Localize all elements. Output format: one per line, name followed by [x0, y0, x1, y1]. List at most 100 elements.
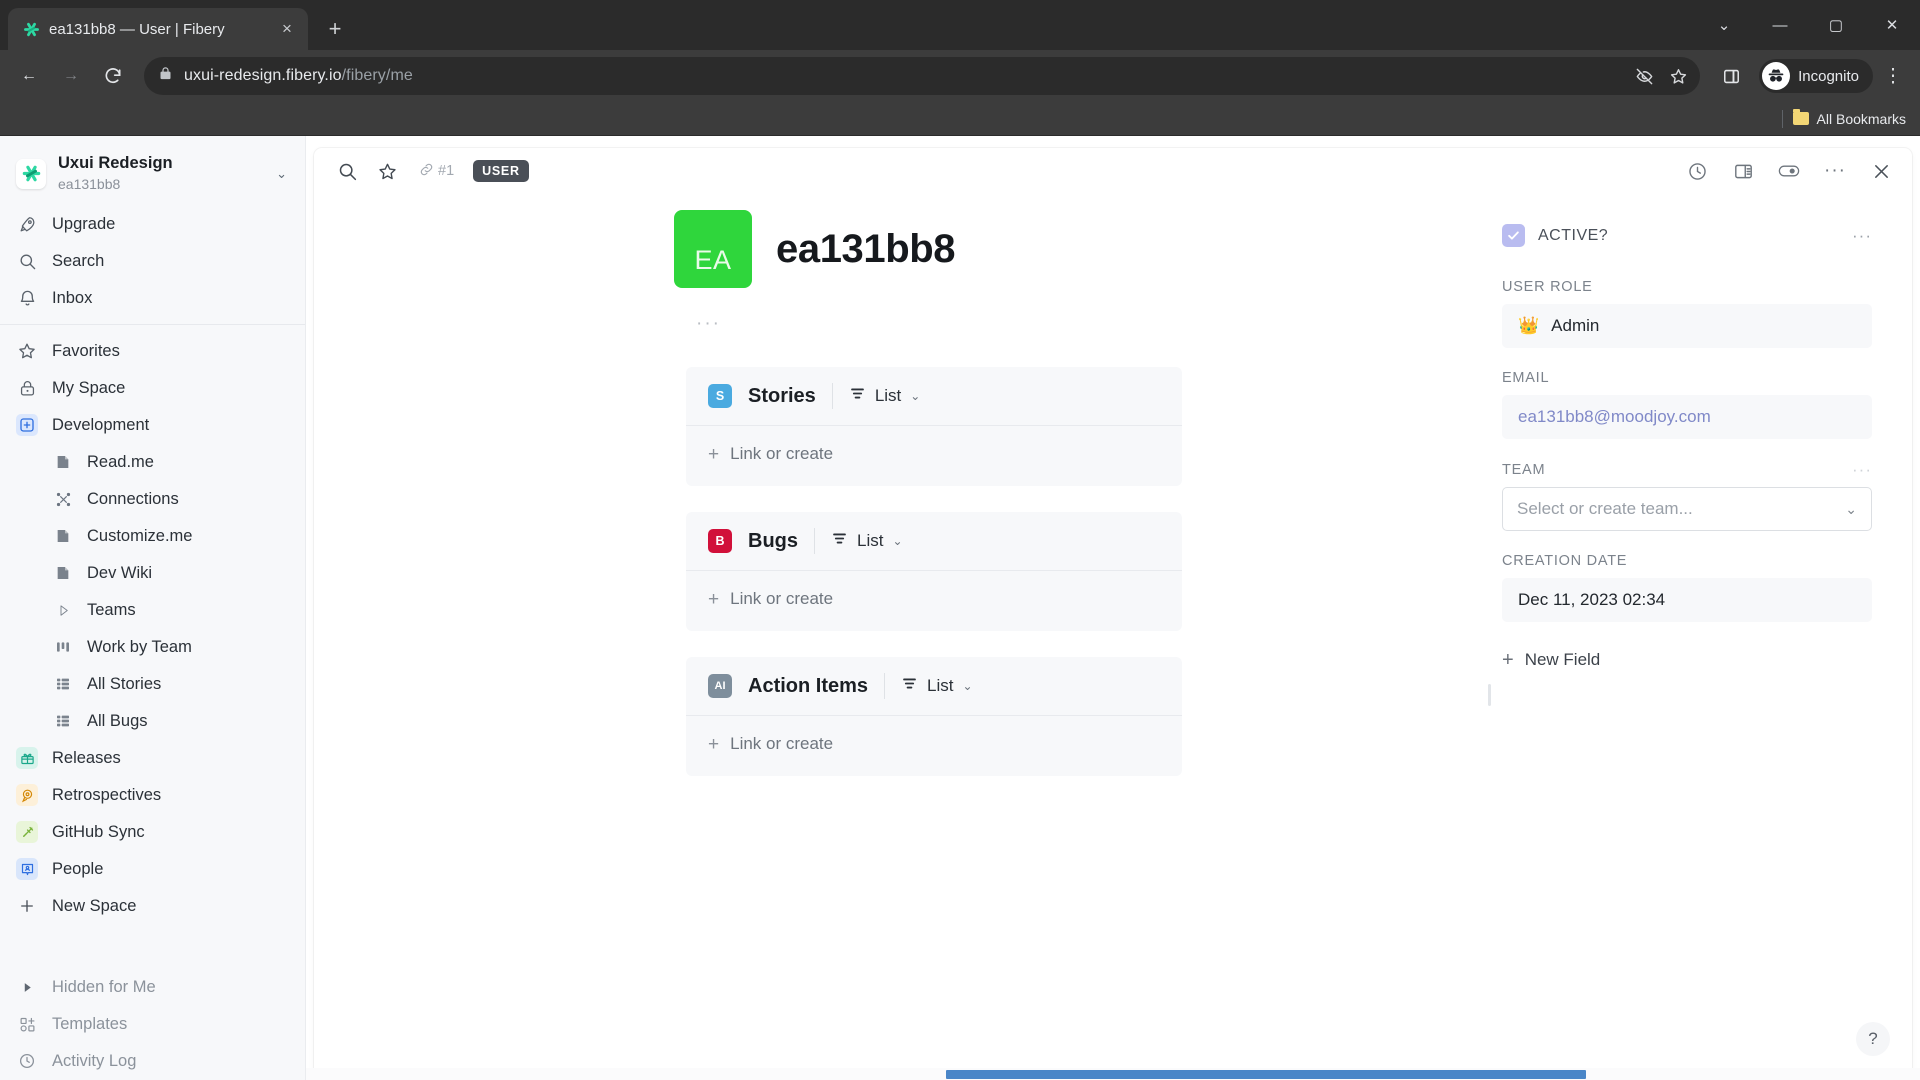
window-close-button[interactable]: ✕ [1864, 0, 1920, 50]
collection-view-selector[interactable]: List ⌄ [901, 675, 973, 697]
sidebar-item-all-bugs[interactable]: All Bugs [0, 703, 305, 740]
toolbar-right: Incognito ⋮ [1712, 57, 1910, 95]
horizontal-scrollbar[interactable] [306, 1068, 1920, 1080]
sidebar-item-search[interactable]: Search [0, 243, 305, 280]
field-creation-date-value[interactable]: Dec 11, 2023 02:34 [1502, 578, 1872, 622]
grid-icon [52, 710, 74, 732]
retro-icon [16, 784, 38, 807]
browser-menu-button[interactable]: ⋮ [1876, 59, 1910, 93]
collection-header: B Bugs List ⌄ [686, 512, 1182, 570]
minimize-button[interactable]: — [1752, 0, 1808, 50]
sidebar-item-teams[interactable]: Teams [0, 592, 305, 629]
history-clock-icon[interactable] [1684, 158, 1710, 184]
tab-close-icon[interactable]: × [276, 18, 298, 40]
sidebar-item-customize-me[interactable]: Customize.me [0, 518, 305, 555]
bookmarks-divider [1781, 109, 1783, 128]
sidebar-item-read-me[interactable]: Read.me [0, 444, 305, 481]
sidebar-item-development[interactable]: Development [0, 407, 305, 444]
team-select[interactable]: Select or create team... ⌄ [1502, 487, 1872, 531]
chevron-down-icon[interactable]: ⌄ [276, 166, 291, 182]
back-button[interactable]: ← [10, 57, 48, 95]
scrollbar-thumb[interactable] [946, 1070, 1586, 1079]
entity-reference[interactable]: #1 [414, 159, 459, 184]
field-team-menu[interactable]: ··· [1852, 461, 1872, 478]
workspace-switcher[interactable]: Uxui Redesign ea131bb8 ⌄ [0, 144, 305, 206]
columns-icon [52, 636, 74, 658]
fibery-workspace-logo-icon [16, 158, 46, 189]
entity-more-menu[interactable]: ··· [1822, 158, 1848, 184]
checkbox-checked-icon[interactable] [1502, 224, 1525, 247]
sidebar-item-inbox[interactable]: Inbox [0, 280, 305, 317]
forward-button[interactable]: → [52, 57, 90, 95]
field-creation-date: CREATION DATE Dec 11, 2023 02:34 [1502, 553, 1872, 622]
link-or-create-label: Link or create [730, 734, 834, 753]
incognito-indicator[interactable]: Incognito [1759, 59, 1873, 93]
entity-toolbar-actions: ··· [1684, 158, 1894, 184]
entity-body: EA ea131bb8 ··· S Stories List ⌄ + Link … [314, 194, 1912, 1080]
link-or-create-button[interactable]: + Link or create [708, 734, 1160, 754]
close-icon[interactable] [1868, 158, 1894, 184]
new-field-button[interactable]: + New Field [1502, 650, 1872, 670]
bookmark-star-icon[interactable] [1662, 60, 1694, 92]
sidebar-item-dev-wiki[interactable]: Dev Wiki [0, 555, 305, 592]
address-bar-actions [1628, 60, 1694, 92]
split-layout-icon[interactable] [1730, 158, 1756, 184]
address-bar[interactable]: uxui-redesign.fibery.io/fibery/me [144, 57, 1701, 95]
sidebar-item-activity-log[interactable]: Activity Log [0, 1043, 305, 1080]
collection-header: AI Action Items List ⌄ [686, 657, 1182, 715]
field-user-role-value[interactable]: 👑 Admin [1502, 304, 1872, 348]
sidebar-item-label: Work by Team [87, 637, 192, 656]
entity-description-placeholder[interactable]: ··· [314, 288, 1482, 333]
sidebar-item-my-space[interactable]: My Space [0, 370, 305, 407]
field-email-value[interactable]: ea131bb8@moodjoy.com [1502, 395, 1872, 439]
sidebar-item-retrospectives[interactable]: Retrospectives [0, 777, 305, 814]
chevron-down-icon: ⌄ [910, 389, 921, 403]
sidebar-item-upgrade[interactable]: Upgrade [0, 206, 305, 243]
field-active-menu[interactable]: ··· [1852, 227, 1872, 244]
tab-search-button[interactable]: ⌄ [1696, 0, 1752, 50]
page-title[interactable]: ea131bb8 [776, 227, 956, 272]
plus-icon [16, 895, 38, 917]
help-button[interactable]: ? [1856, 1022, 1890, 1056]
search-icon [16, 250, 38, 272]
link-or-create-button[interactable]: + Link or create [708, 444, 1160, 464]
toggle-eye-icon[interactable] [1776, 158, 1802, 184]
sidebar-item-templates[interactable]: Templates [0, 1006, 305, 1043]
all-bookmarks-button[interactable]: All Bookmarks [1792, 109, 1906, 127]
list-view-icon [849, 385, 866, 407]
browser-tab[interactable]: ea131bb8 — User | Fibery × [8, 8, 308, 50]
search-icon[interactable] [334, 158, 360, 184]
sidebar-item-releases[interactable]: Releases [0, 740, 305, 777]
collection-name: Bugs [748, 529, 798, 552]
workspace-text: Uxui Redesign ea131bb8 [58, 154, 264, 194]
sidebar-item-all-stories[interactable]: All Stories [0, 666, 305, 703]
sidebar-item-connections[interactable]: Connections [0, 481, 305, 518]
collection-stories: S Stories List ⌄ + Link or create [686, 367, 1182, 486]
eye-off-icon[interactable] [1628, 60, 1660, 92]
collection-name: Stories [748, 384, 816, 407]
collection-view-selector[interactable]: List ⌄ [831, 530, 903, 552]
panel-resize-handle[interactable] [1488, 194, 1491, 1080]
reload-button[interactable] [94, 57, 132, 95]
collection-body: + Link or create [686, 570, 1182, 631]
new-tab-button[interactable]: + [318, 12, 352, 46]
field-user-role: USER ROLE 👑 Admin [1502, 279, 1872, 348]
sidebar-item-people[interactable]: People [0, 851, 305, 888]
collection-body: + Link or create [686, 425, 1182, 486]
sidebar-item-favorites[interactable]: Favorites [0, 333, 305, 370]
sidebar-item-work-by-team[interactable]: Work by Team [0, 629, 305, 666]
sidebar-item-label: GitHub Sync [52, 822, 145, 841]
sidebar-item-label: Upgrade [52, 214, 116, 233]
side-panel-icon[interactable] [1712, 57, 1750, 95]
all-bookmarks-label: All Bookmarks [1816, 110, 1906, 127]
sidebar-divider [0, 323, 305, 325]
collection-view-selector[interactable]: List ⌄ [849, 385, 921, 407]
link-or-create-button[interactable]: + Link or create [708, 589, 1160, 609]
field-active[interactable]: ACTIVE? ··· [1502, 224, 1872, 247]
sidebar-item-new-space[interactable]: New Space [0, 888, 305, 925]
sidebar-item-github-sync[interactable]: GitHub Sync [0, 814, 305, 851]
star-icon[interactable] [374, 158, 400, 184]
entity-type-badge[interactable]: USER [473, 160, 529, 182]
maximize-button[interactable]: ▢ [1808, 0, 1864, 50]
sidebar-item-hidden-for-me[interactable]: Hidden for Me [0, 969, 305, 1006]
